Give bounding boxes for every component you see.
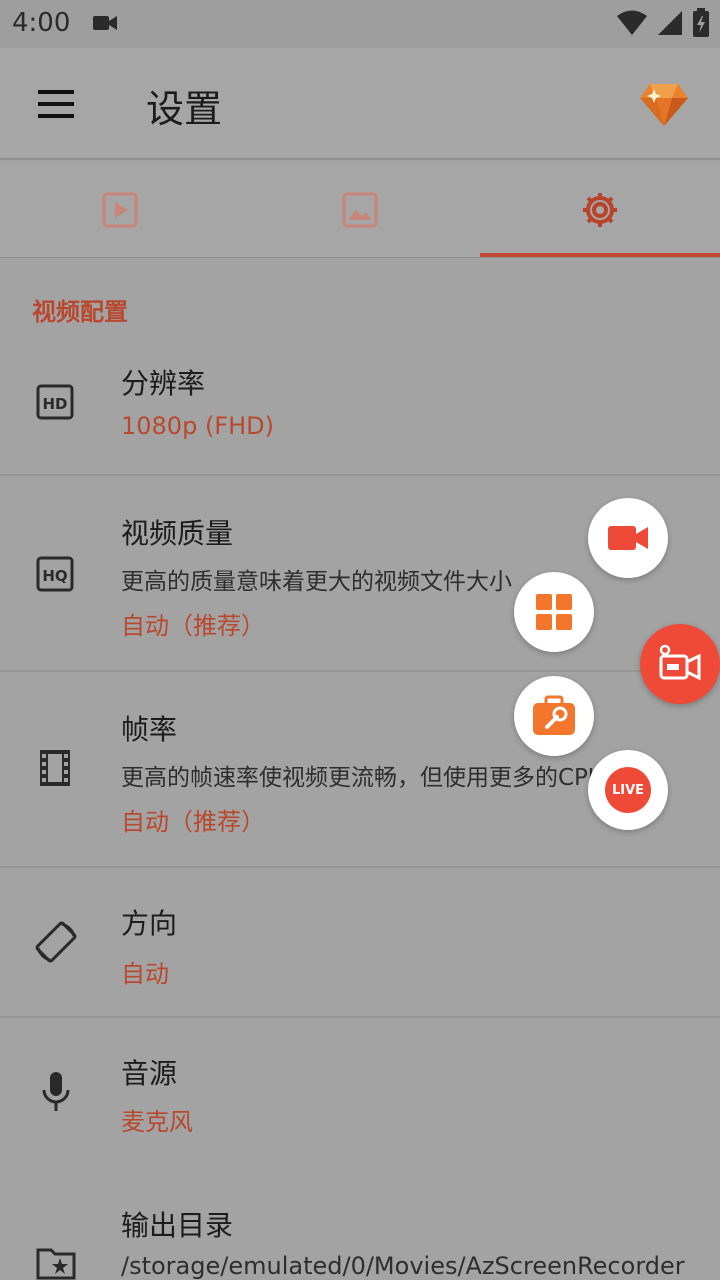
gear-icon bbox=[583, 193, 617, 227]
setting-value: 自动（推荐） bbox=[121, 612, 265, 640]
play-box-icon bbox=[102, 192, 138, 228]
status-icons bbox=[616, 8, 710, 38]
tab-settings[interactable] bbox=[480, 162, 720, 258]
setting-orientation[interactable]: 方向 自动 bbox=[0, 868, 720, 1018]
menu-button[interactable] bbox=[36, 84, 76, 124]
setting-value: 麦克风 bbox=[121, 1108, 193, 1136]
battery-icon bbox=[693, 8, 709, 37]
hq-icon: HQ bbox=[36, 554, 76, 594]
tab-indicator bbox=[480, 253, 720, 257]
premium-diamond-icon[interactable] bbox=[638, 78, 690, 130]
setting-label: 音源 bbox=[121, 1057, 178, 1090]
toolbox-wrench-icon bbox=[533, 695, 575, 735]
hamburger-icon-bar bbox=[38, 102, 74, 106]
grid-icon bbox=[536, 594, 572, 630]
app-bar: 设置 bbox=[0, 48, 720, 160]
video-camera-icon bbox=[608, 526, 648, 550]
hd-icon: HD bbox=[36, 382, 76, 422]
tab-images[interactable] bbox=[240, 162, 480, 258]
screen-rotation-icon bbox=[32, 918, 80, 966]
setting-value: 自动（推荐） bbox=[121, 808, 265, 836]
setting-output-directory[interactable]: 输出目录 /storage/emulated/0/Movies/AzScreen… bbox=[0, 1168, 720, 1280]
recorder-icon bbox=[659, 644, 701, 681]
tab-bar bbox=[0, 162, 720, 258]
signal-icon bbox=[658, 11, 682, 35]
tools-grid-button[interactable] bbox=[514, 572, 594, 652]
hamburger-icon-bar bbox=[38, 114, 74, 118]
setting-resolution[interactable]: HD 分辨率 1080p (FHD) bbox=[0, 340, 720, 476]
toolbox-button[interactable] bbox=[514, 676, 594, 756]
setting-value: 1080p (FHD) bbox=[121, 412, 274, 440]
setting-audio-source[interactable]: 音源 麦克风 bbox=[0, 1018, 720, 1168]
page-title: 设置 bbox=[146, 87, 223, 131]
film-icon bbox=[36, 748, 76, 788]
microphone-icon bbox=[36, 1070, 76, 1111]
svg-text:HD: HD bbox=[42, 395, 67, 413]
live-stream-button[interactable]: LIVE bbox=[588, 750, 668, 830]
svg-text:HQ: HQ bbox=[42, 567, 67, 585]
setting-value: /storage/emulated/0/Movies/AzScreenRecor… bbox=[121, 1252, 685, 1280]
image-icon bbox=[342, 192, 378, 228]
hamburger-icon-bar bbox=[38, 90, 74, 94]
video-camera-status-icon bbox=[92, 12, 118, 38]
setting-label: 视频质量 bbox=[121, 517, 234, 550]
status-time: 4:00 bbox=[12, 8, 71, 38]
setting-description: 更高的质量意味着更大的视频文件大小 bbox=[121, 569, 512, 595]
status-bar: 4:00 bbox=[0, 0, 720, 48]
live-label: LIVE bbox=[611, 782, 645, 798]
record-video-button[interactable] bbox=[588, 498, 668, 578]
setting-label: 方向 bbox=[121, 907, 178, 940]
floating-recorder-button[interactable] bbox=[640, 624, 720, 704]
live-badge: LIVE bbox=[605, 767, 651, 813]
tab-videos[interactable] bbox=[0, 162, 240, 258]
setting-label: 帧率 bbox=[121, 713, 178, 746]
setting-label: 输出目录 bbox=[121, 1209, 234, 1242]
section-header: 视频配置 bbox=[32, 298, 128, 326]
setting-value: 自动 bbox=[121, 960, 169, 988]
wifi-icon bbox=[617, 10, 647, 35]
folder-star-icon bbox=[36, 1246, 76, 1280]
setting-label: 分辨率 bbox=[121, 367, 206, 400]
